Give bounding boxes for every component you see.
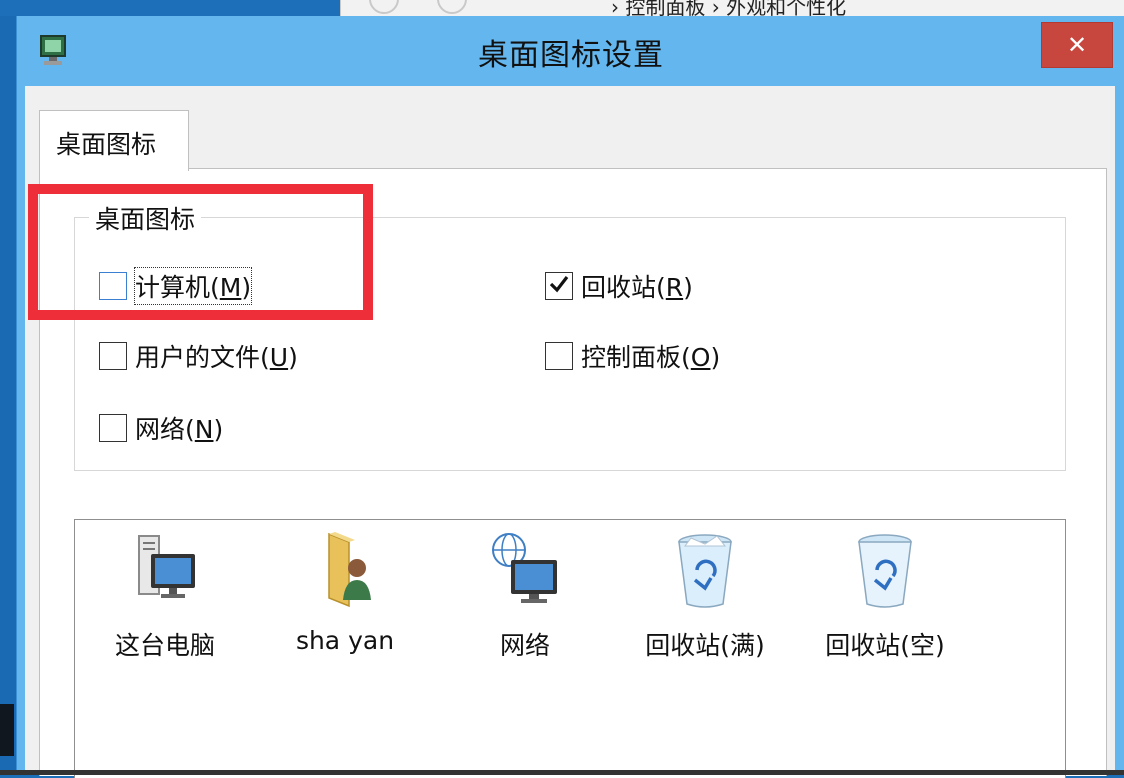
- icon-preview-list[interactable]: 这台电脑 sha yan 网络 回收站(满) 回收站(空): [74, 519, 1066, 778]
- recycle-bin-label-text: 回收站: [581, 273, 657, 302]
- control-panel-checkbox-box[interactable]: [545, 342, 573, 370]
- control-panel-mnemonic: O: [690, 343, 711, 372]
- control-panel-label-text: 控制面板: [581, 343, 682, 372]
- checkbox-recycle-bin[interactable]: 回收站(R): [545, 268, 693, 304]
- list-item-recycle-bin-full[interactable]: 回收站(满): [615, 530, 795, 660]
- recycle-bin-checkbox-box[interactable]: [545, 272, 573, 300]
- checkmark-icon: [549, 276, 569, 293]
- user-files-mnemonic: U: [269, 343, 289, 372]
- close-button[interactable]: ✕: [1041, 22, 1113, 68]
- recycle-bin-mnemonic: R: [665, 273, 684, 302]
- list-item-network[interactable]: 网络: [435, 530, 615, 660]
- user-files-checkbox-box[interactable]: [99, 342, 127, 370]
- network-mnemonic: N: [194, 415, 214, 444]
- computer-icon: [138, 535, 195, 598]
- breadcrumb-separator: ›: [711, 0, 720, 16]
- network-checkbox-box[interactable]: [99, 414, 127, 442]
- icon-label-recycle-bin-full: 回收站(满): [645, 631, 765, 660]
- recycle-bin-empty-icon: [858, 534, 912, 608]
- checkbox-control-panel[interactable]: 控制面板(O): [545, 338, 720, 374]
- recycle-bin-checkbox-label[interactable]: 回收站(R): [581, 268, 693, 304]
- desktop-edge: [0, 16, 16, 775]
- icon-label-this-pc: 这台电脑: [114, 631, 215, 660]
- desktop-shadow: [0, 704, 14, 756]
- list-item-user-folder[interactable]: sha yan: [255, 530, 435, 660]
- desktop-icon-settings-dialog: 桌面图标设置 ✕ 桌面图标 桌面图标 计算机(M) 回收站(R) 用户的文件(U…: [16, 16, 1124, 778]
- user-files-checkbox-label[interactable]: 用户的文件(U): [135, 338, 298, 374]
- user-folder-icon: [328, 532, 371, 608]
- network-checkbox-label[interactable]: 网络(N): [135, 410, 223, 446]
- user-files-label-text: 用户的文件: [135, 343, 261, 372]
- icon-label-recycle-bin-empty: 回收站(空): [825, 631, 945, 660]
- network-label-text: 网络: [135, 415, 186, 444]
- title-bar[interactable]: 桌面图标设置 ✕: [17, 16, 1124, 86]
- breadcrumb-item-appearance[interactable]: 外观和个性化: [726, 0, 846, 16]
- breadcrumb-item-control-panel[interactable]: 控制面板: [625, 0, 705, 16]
- bottom-border: [0, 770, 1124, 775]
- back-nav-icon[interactable]: [369, 0, 399, 14]
- explorer-address-bar: › 控制面板 › 外观和个性化: [340, 0, 1124, 16]
- forward-nav-icon[interactable]: [437, 0, 467, 14]
- control-panel-checkbox-label[interactable]: 控制面板(O): [581, 338, 720, 374]
- icon-label-user-folder: sha yan: [295, 626, 395, 655]
- list-item-this-pc[interactable]: 这台电脑: [75, 530, 255, 660]
- checkbox-user-files[interactable]: 用户的文件(U): [99, 338, 298, 374]
- annotation-highlight-box: [28, 184, 373, 320]
- dialog-title: 桌面图标设置: [478, 38, 664, 73]
- icon-label-network: 网络: [499, 631, 550, 660]
- tab-desktop-icons[interactable]: 桌面图标: [39, 110, 189, 171]
- checkbox-network[interactable]: 网络(N): [99, 410, 223, 446]
- breadcrumb-separator: ›: [611, 0, 619, 16]
- tab-label: 桌面图标: [56, 130, 157, 159]
- list-item-recycle-bin-empty[interactable]: 回收站(空): [795, 530, 975, 660]
- recycle-bin-full-icon: [678, 534, 732, 608]
- network-icon: [492, 533, 557, 603]
- breadcrumb: › 控制面板 › 外观和个性化: [611, 0, 846, 16]
